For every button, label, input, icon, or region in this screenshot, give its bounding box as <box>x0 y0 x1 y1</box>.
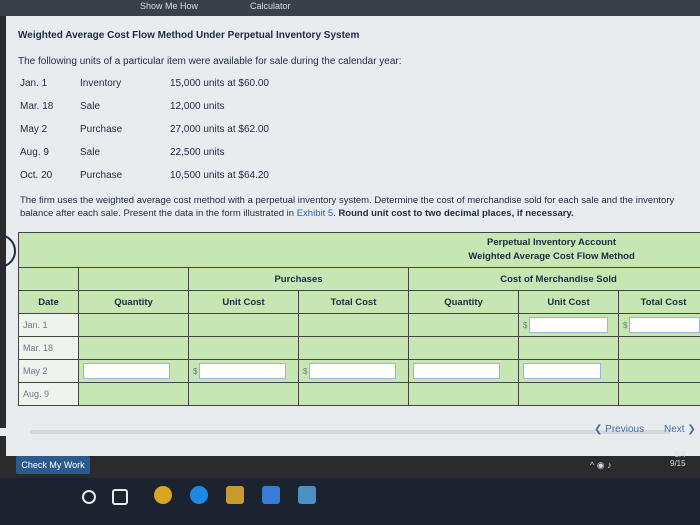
store-icon[interactable] <box>262 486 280 504</box>
edge-icon[interactable] <box>190 486 208 504</box>
problem-title: Weighted Average Cost Flow Method Under … <box>18 30 360 41</box>
volume-icon[interactable]: ♪ <box>607 460 612 470</box>
row-date: May 2 <box>18 359 79 383</box>
dollar-sign: $ <box>303 366 308 376</box>
dollar-sign: $ <box>193 366 198 376</box>
chevron-left-icon: ❮ <box>594 424 606 435</box>
previous-button[interactable]: ❮ Previous <box>594 424 644 435</box>
chrome-icon[interactable] <box>154 486 172 504</box>
purchases-header: Purchases <box>188 267 409 291</box>
table-row: Jan. 1 $ $ <box>18 313 700 337</box>
task-view-icon[interactable] <box>112 489 128 505</box>
exhibit-link[interactable]: Exhibit 5 <box>297 208 333 219</box>
file-explorer-icon[interactable] <box>226 486 244 504</box>
row-date: Mar. 18 <box>18 336 79 360</box>
purchase-total-cost-input[interactable] <box>309 363 397 379</box>
cogs-unit-cost-input[interactable] <box>529 317 608 333</box>
table-row: May 2 $ $ <box>18 359 700 383</box>
col-purchase-unit-cost: Unit Cost <box>188 290 299 314</box>
col-cogs-total-cost: Total Cost <box>617 290 700 314</box>
cogs-header: Cost of Merchandise Sold <box>407 267 700 291</box>
perpetual-inventory-table: Perpetual Inventory Account Weighted Aver… <box>17 232 700 406</box>
wifi-icon[interactable]: ◉ <box>597 460 605 470</box>
col-purchase-total-cost: Total Cost <box>298 290 409 314</box>
purchase-quantity-input[interactable] <box>83 363 170 379</box>
system-tray: ^ ◉ ♪ <box>590 460 612 471</box>
problem-intro: The following units of a particular item… <box>18 56 402 67</box>
col-cogs-quantity: Quantity <box>408 290 519 314</box>
chevron-up-icon[interactable]: ^ <box>590 460 594 470</box>
purchase-unit-cost-input[interactable] <box>199 363 287 379</box>
table-row: Aug. 9 <box>18 382 700 406</box>
row-date: Aug. 9 <box>18 382 79 406</box>
search-icon[interactable] <box>82 490 96 504</box>
col-purchase-quantity: Quantity <box>78 290 189 314</box>
table-row: Mar. 18 <box>18 336 700 360</box>
ledger-title: Perpetual Inventory Account Weighted Aver… <box>17 232 700 268</box>
col-cogs-unit-cost: Unit Cost <box>518 290 619 314</box>
instructions-paragraph: The firm uses the weighted average cost … <box>20 195 675 219</box>
dollar-sign: $ <box>523 320 528 330</box>
row-date: Jan. 1 <box>18 313 79 337</box>
system-clock[interactable]: 5:4 9/15 <box>670 450 686 468</box>
check-my-work-button[interactable]: Check My Work <box>16 456 90 474</box>
cogs-unit-cost-input[interactable] <box>523 363 602 379</box>
calculator-link[interactable]: Calculator <box>250 1 291 11</box>
scrollbar-thumb[interactable] <box>30 430 670 434</box>
col-date: Date <box>18 290 79 314</box>
dollar-sign: $ <box>623 320 628 330</box>
taskbar <box>0 478 700 525</box>
cogs-quantity-input[interactable] <box>413 363 500 379</box>
show-me-how-link[interactable]: Show Me How <box>140 1 198 11</box>
top-toolbar: Show Me How Calculator <box>0 0 700 16</box>
next-button[interactable]: Next ❯ <box>664 424 696 435</box>
mail-icon[interactable] <box>298 486 316 504</box>
cogs-total-cost-input[interactable] <box>629 317 700 333</box>
chevron-right-icon: ❯ <box>684 424 696 435</box>
